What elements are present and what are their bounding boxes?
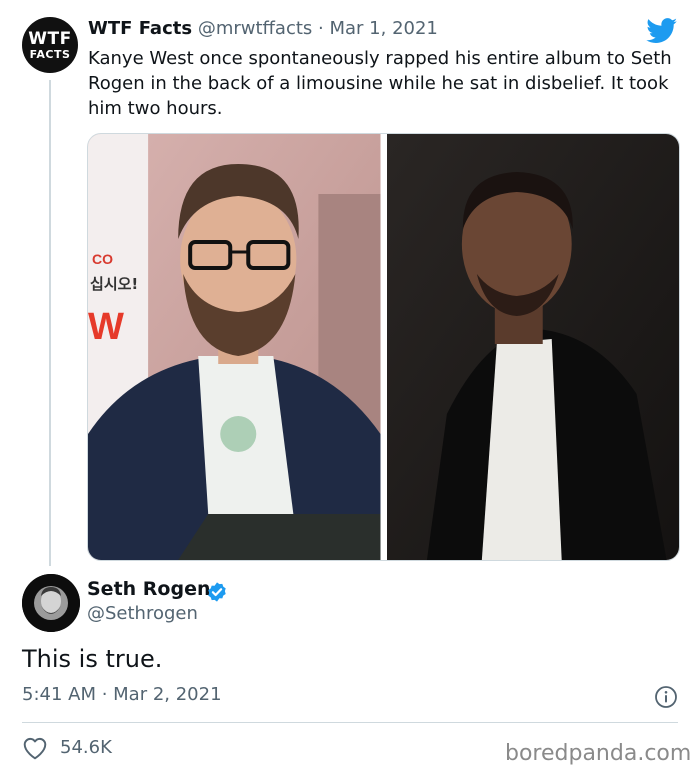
reply-text: This is true. xyxy=(22,645,163,673)
seth-rogen-photo-illustration: CO 십시오! W xyxy=(88,134,381,560)
sign-text-w: W xyxy=(88,306,124,348)
divider xyxy=(22,722,678,723)
reply-author-handle[interactable]: @Sethrogen xyxy=(87,603,198,624)
boredpanda-watermark: boredpanda.com xyxy=(505,741,692,766)
like-count[interactable]: 54.6K xyxy=(60,737,112,758)
kanye-west-photo-illustration xyxy=(386,134,679,560)
tweet-text: Kanye West once spontaneously rapped his… xyxy=(88,48,672,119)
wtf-facts-avatar[interactable]: WTF FACTS xyxy=(22,17,78,73)
tweet-header: WTF Facts @mrwtffacts · Mar 1, 2021 xyxy=(88,18,438,39)
seth-rogen-avatar-illustration xyxy=(22,574,80,632)
verified-badge-icon xyxy=(208,582,226,602)
photo-kanye-west[interactable] xyxy=(386,134,679,560)
avatar-text-line2: FACTS xyxy=(29,47,71,61)
sign-text-korean: 십시오! xyxy=(90,275,138,293)
tweet-media-grid[interactable]: CO 십시오! W xyxy=(87,133,680,561)
seth-rogen-avatar[interactable] xyxy=(22,574,80,632)
author-handle[interactable]: @mrwtffacts xyxy=(198,18,312,39)
thread-connector-line xyxy=(49,80,51,566)
reply-author-name[interactable]: Seth Rogen xyxy=(87,578,211,600)
photo-seth-rogen[interactable]: CO 십시오! W xyxy=(88,134,381,560)
heart-icon[interactable] xyxy=(22,736,48,760)
author-name[interactable]: WTF Facts xyxy=(88,18,192,39)
info-icon[interactable] xyxy=(654,685,678,709)
reply-timestamp[interactable]: 5:41 AM · Mar 2, 2021 xyxy=(22,684,222,705)
header-separator: · xyxy=(318,18,324,39)
avatar-text-line1: WTF xyxy=(28,28,72,49)
twitter-bird-icon[interactable] xyxy=(646,18,678,44)
sign-text-co: CO xyxy=(92,251,113,267)
tweet-date[interactable]: Mar 1, 2021 xyxy=(330,18,438,39)
